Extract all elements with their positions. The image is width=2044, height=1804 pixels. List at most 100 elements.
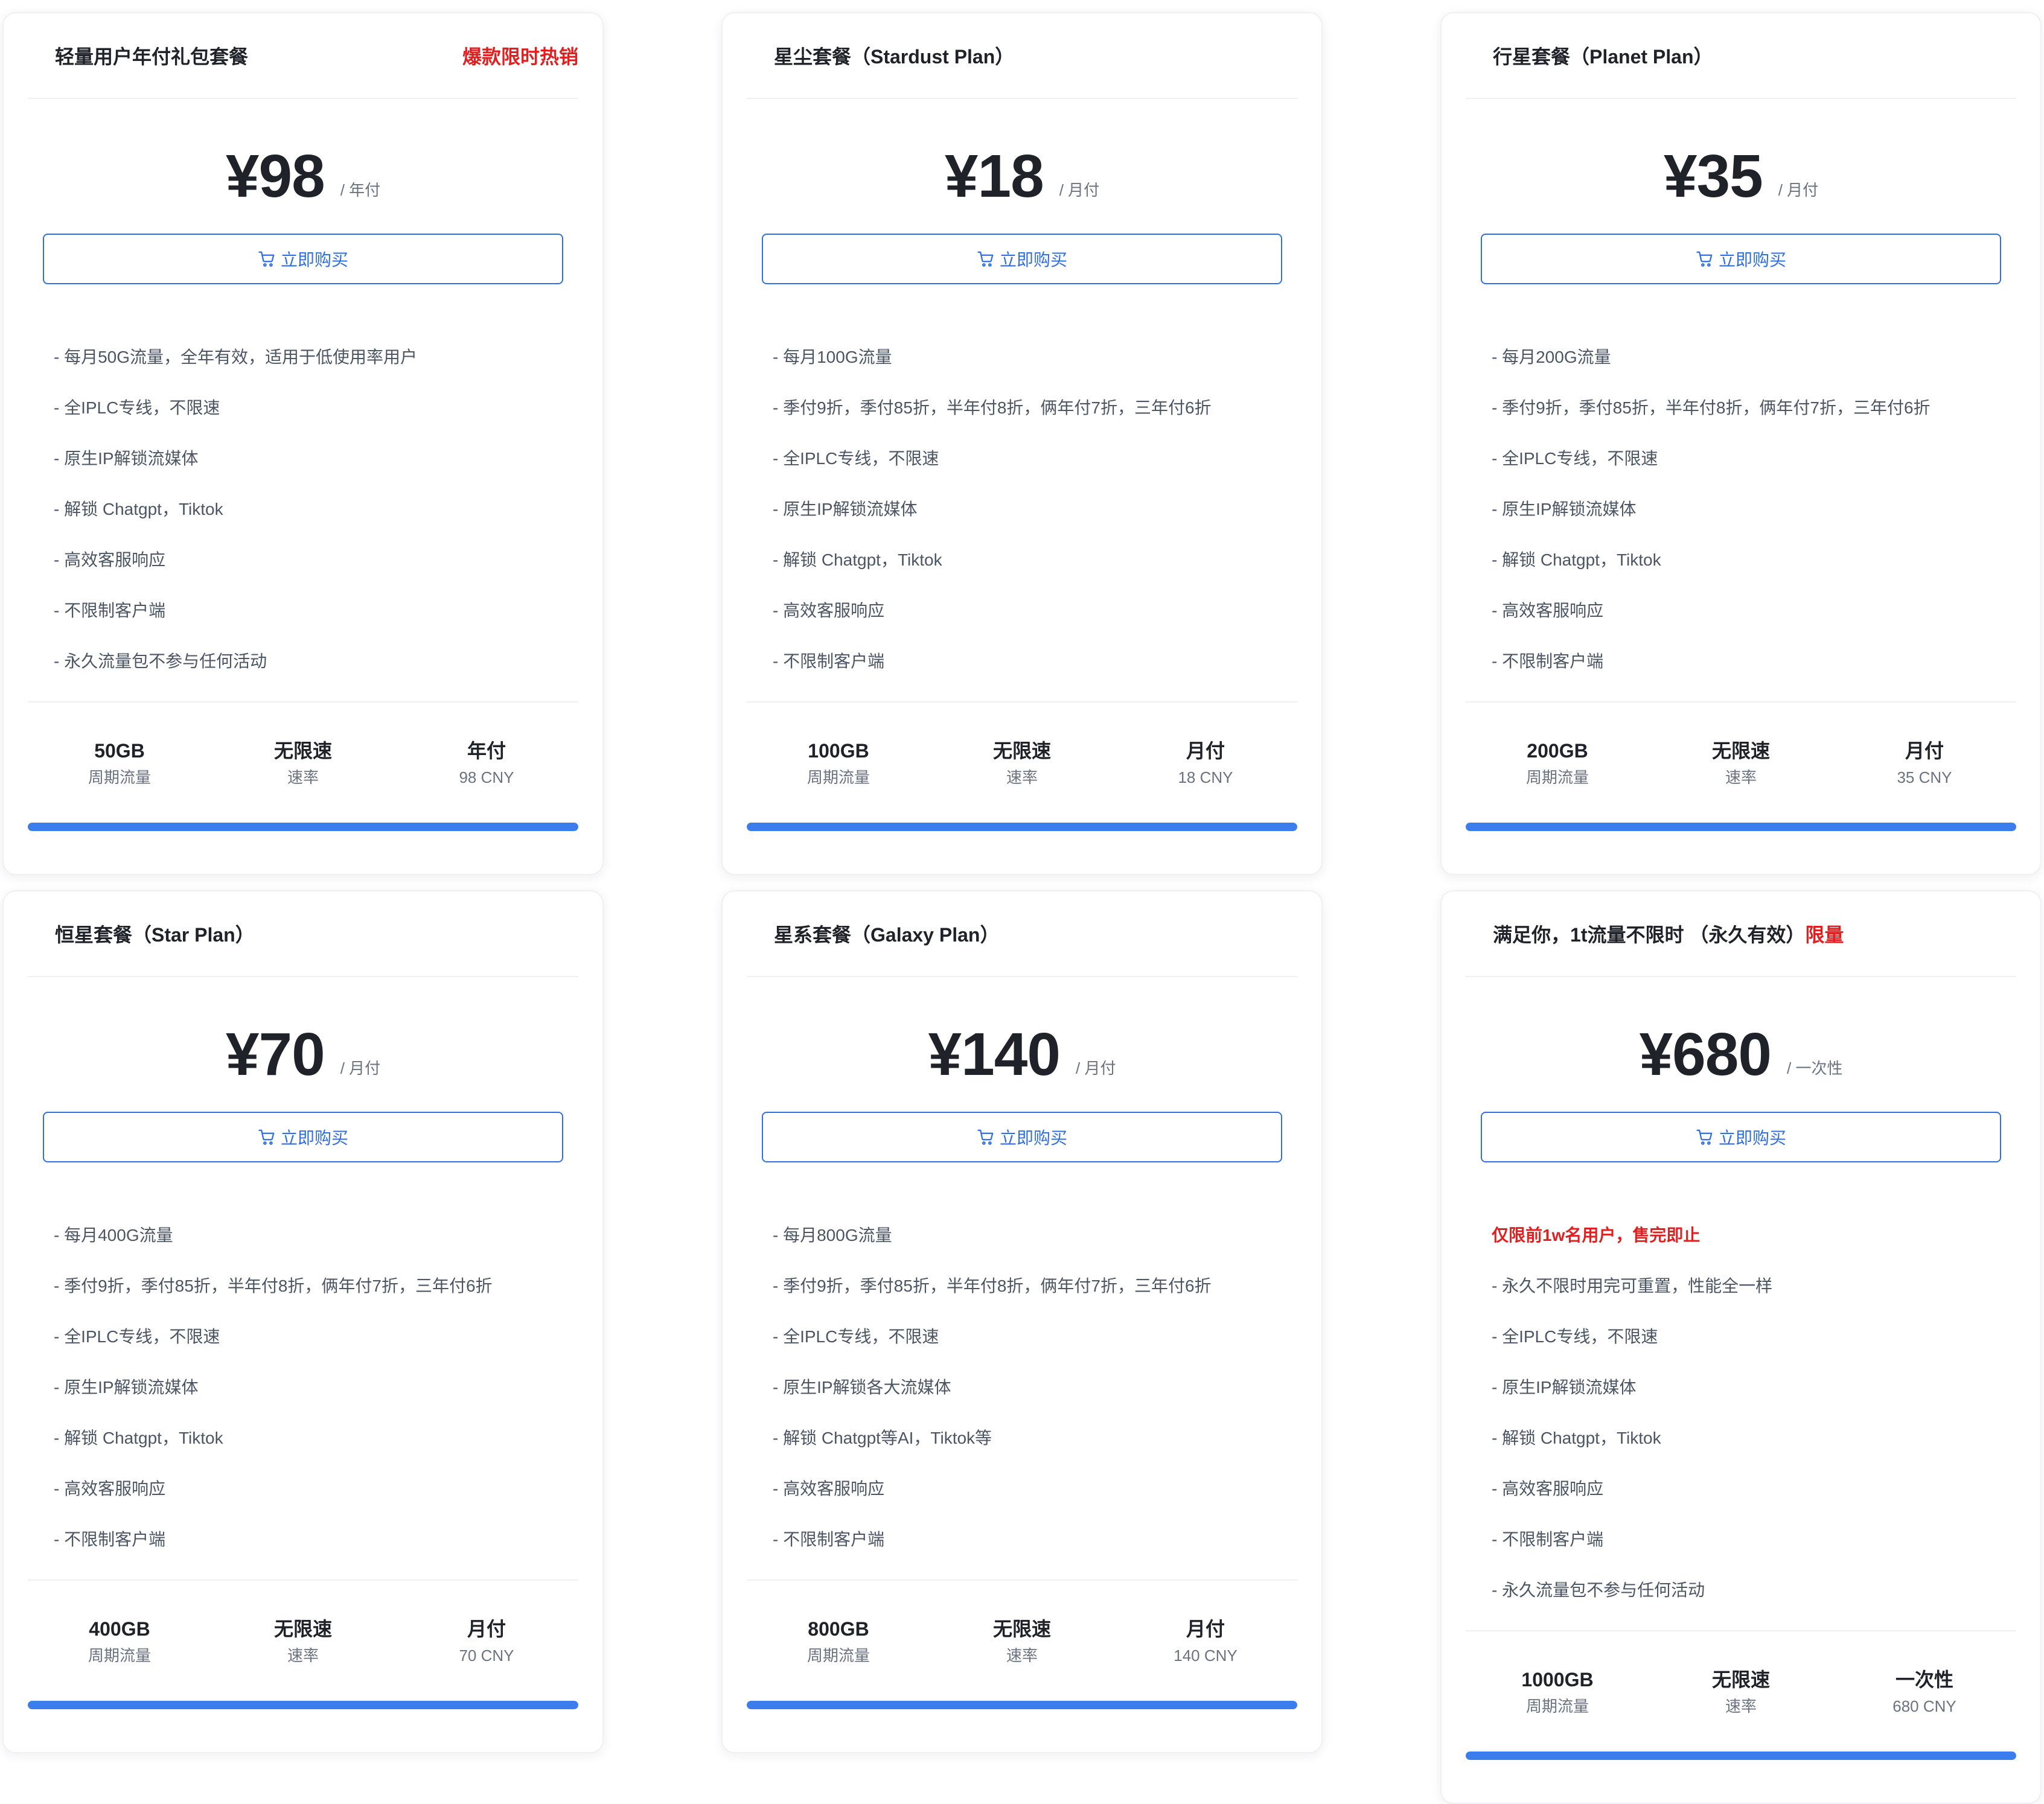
stat-value: 100GB (808, 740, 869, 762)
feature-item: - 不限制客户端 (773, 1530, 885, 1549)
shopping-cart-icon (1696, 251, 1713, 267)
feature-item: - 永久流量包不参与任何活动 (54, 652, 267, 671)
card-header: 满足你，1t流量不限时 （永久有效）限量 (1466, 891, 2016, 977)
stat-label: 周期流量 (88, 768, 151, 786)
plan-note: 仅限前1w名用户，售完即止 (1492, 1226, 1701, 1245)
plan-card-6: 满足你，1t流量不限时 （永久有效）限量 ¥680 / 一次性 立即购买 仅限前… (1440, 890, 2042, 1804)
feature-item: - 全IPLC专线，不限速 (1492, 1327, 1658, 1346)
plan-title-text: 行星套餐（Planet Plan） (1493, 46, 1713, 68)
feature-item: - 全IPLC专线，不限速 (773, 1327, 939, 1346)
buy-button[interactable]: 立即购买 (762, 1112, 1282, 1162)
feature-item: - 永久流量包不参与任何活动 (1492, 1581, 1705, 1599)
stat-value: 月付 (467, 1618, 506, 1640)
feature-item: - 解锁 Chatgpt等AI，Tiktok等 (773, 1429, 992, 1447)
stat-value: 一次性 (1895, 1669, 1953, 1691)
feature-item: - 高效客服响应 (1492, 1479, 1604, 1498)
buy-button[interactable]: 立即购买 (43, 1112, 563, 1162)
stat-item: 月付 35 CNY (1833, 736, 2016, 803)
stats-divider (1466, 1630, 2016, 1631)
feature-item: - 高效客服响应 (54, 1479, 166, 1498)
progress-bar-fill (1466, 823, 2016, 831)
progress-bar-fill (28, 823, 578, 831)
stat-item: 月付 140 CNY (1114, 1614, 1297, 1681)
plan-title-text: 恒星套餐（Star Plan） (55, 924, 255, 946)
buy-button-label: 立即购买 (999, 250, 1067, 269)
plan-title: 行星套餐（Planet Plan） (1493, 42, 1713, 69)
stats-row: 400GB 周期流量 无限速 速率 月付 70 CNY (28, 1614, 578, 1681)
stat-item: 200GB 周期流量 (1466, 736, 1649, 803)
feature-item: - 原生IP解锁流媒体 (54, 449, 199, 468)
plan-title-highlight: 限量 (1805, 924, 1844, 946)
stat-value: 无限速 (992, 740, 1051, 762)
stat-value: 800GB (808, 1618, 869, 1640)
stat-label: 周期流量 (806, 1646, 870, 1665)
feature-item: - 每月800G流量 (773, 1226, 892, 1245)
price-row: ¥70 / 月付 (4, 1012, 602, 1085)
feature-item: - 高效客服响应 (1492, 601, 1604, 620)
buy-button[interactable]: 立即购买 (762, 234, 1282, 284)
feature-list: - 每月50G流量，全年有效，适用于低使用率用户 - 全IPLC专线，不限速 - 原… (54, 332, 578, 687)
stats-divider (747, 1579, 1297, 1581)
stat-item: 800GB 周期流量 (747, 1614, 930, 1681)
plan-title-text: 星尘套餐（Stardust Plan） (774, 46, 1015, 68)
plan-price: ¥70 (225, 1021, 325, 1088)
plan-card-2: 星尘套餐（Stardust Plan） ¥18 / 月付 立即购买 - 每月10… (721, 12, 1323, 875)
feature-item: - 原生IP解锁流媒体 (54, 1378, 199, 1397)
stat-item: 无限速 速率 (930, 1614, 1114, 1681)
buy-button[interactable]: 立即购买 (43, 234, 563, 284)
plan-title-text: 轻量用户年付礼包套餐 (55, 46, 249, 68)
progress-bar-fill (28, 1701, 578, 1709)
stat-label: 680 CNY (1892, 1697, 1956, 1715)
stats-row: 800GB 周期流量 无限速 速率 月付 140 CNY (747, 1614, 1297, 1681)
stat-item: 100GB 周期流量 (747, 736, 930, 803)
buy-button[interactable]: 立即购买 (1481, 1112, 2001, 1162)
price-row: ¥98 / 年付 (4, 134, 602, 206)
stat-label: 98 CNY (459, 768, 514, 786)
stat-item: 1000GB 周期流量 (1466, 1665, 1649, 1732)
stat-label: 周期流量 (88, 1646, 151, 1665)
progress-bar (747, 1701, 1297, 1709)
stat-item: 无限速 速率 (1649, 1665, 1833, 1732)
buy-button[interactable]: 立即购买 (1481, 234, 2001, 284)
card-header: 星系套餐（Galaxy Plan） (747, 891, 1297, 977)
stat-item: 无限速 速率 (930, 736, 1114, 803)
feature-list: - 每月200G流量 - 季付9折，季付85折，半年付8折，俩年付7折，三年付6折… (1492, 332, 2016, 687)
plan-card-3: 行星套餐（Planet Plan） ¥35 / 月付 立即购买 - 每月200G… (1440, 12, 2042, 875)
feature-item: - 季付9折，季付85折，半年付8折，俩年付7折，三年付6折 (1492, 398, 1931, 417)
progress-bar (1466, 823, 2016, 831)
stat-value: 400GB (89, 1618, 150, 1640)
plan-period: / 月付 (340, 1059, 381, 1077)
shopping-cart-icon (977, 1129, 994, 1145)
stat-label: 速率 (1725, 768, 1757, 786)
progress-bar (28, 823, 578, 831)
feature-item: - 每月400G流量 (54, 1226, 173, 1245)
stat-value: 无限速 (1711, 740, 1770, 762)
plan-title-text: 满足你，1t流量不限时 （永久有效） (1493, 924, 1806, 946)
feature-item: - 原生IP解锁流媒体 (773, 500, 918, 518)
stat-value: 50GB (94, 740, 145, 762)
feature-item: - 高效客服响应 (773, 1479, 885, 1498)
stat-value: 1000GB (1521, 1669, 1594, 1691)
stat-label: 速率 (287, 768, 319, 786)
buy-button-label: 立即购买 (280, 250, 348, 269)
stats-divider (28, 701, 578, 703)
stats-row: 200GB 周期流量 无限速 速率 月付 35 CNY (1466, 736, 2016, 803)
feature-item: - 解锁 Chatgpt，Tiktok (1492, 1429, 1661, 1447)
plan-card-4: 恒星套餐（Star Plan） ¥70 / 月付 立即购买 - 每月400G流量… (2, 890, 604, 1753)
feature-item: - 全IPLC专线，不限速 (54, 1327, 220, 1346)
card-header: 行星套餐（Planet Plan） (1466, 13, 2016, 99)
stats-divider (1466, 701, 2016, 703)
stat-label: 140 CNY (1174, 1646, 1238, 1665)
feature-item: - 每月50G流量，全年有效，适用于低使用率用户 (54, 348, 418, 366)
feature-item: - 永久不限时用完可重置，性能全一样 (1492, 1277, 1773, 1295)
stat-item: 无限速 速率 (1649, 736, 1833, 803)
feature-item: - 季付9折，季付85折，半年付8折，俩年付7折，三年付6折 (773, 1277, 1212, 1295)
stats-row: 1000GB 周期流量 无限速 速率 一次性 680 CNY (1466, 1665, 2016, 1732)
card-header: 轻量用户年付礼包套餐 爆款限时热销 (28, 13, 578, 99)
plan-period: / 月付 (1778, 181, 1819, 199)
stat-item: 400GB 周期流量 (28, 1614, 211, 1681)
feature-item: - 原生IP解锁各大流媒体 (773, 1378, 951, 1397)
card-header: 恒星套餐（Star Plan） (28, 891, 578, 977)
plan-price: ¥18 (944, 142, 1044, 210)
plan-title-text: 星系套餐（Galaxy Plan） (774, 924, 1000, 946)
